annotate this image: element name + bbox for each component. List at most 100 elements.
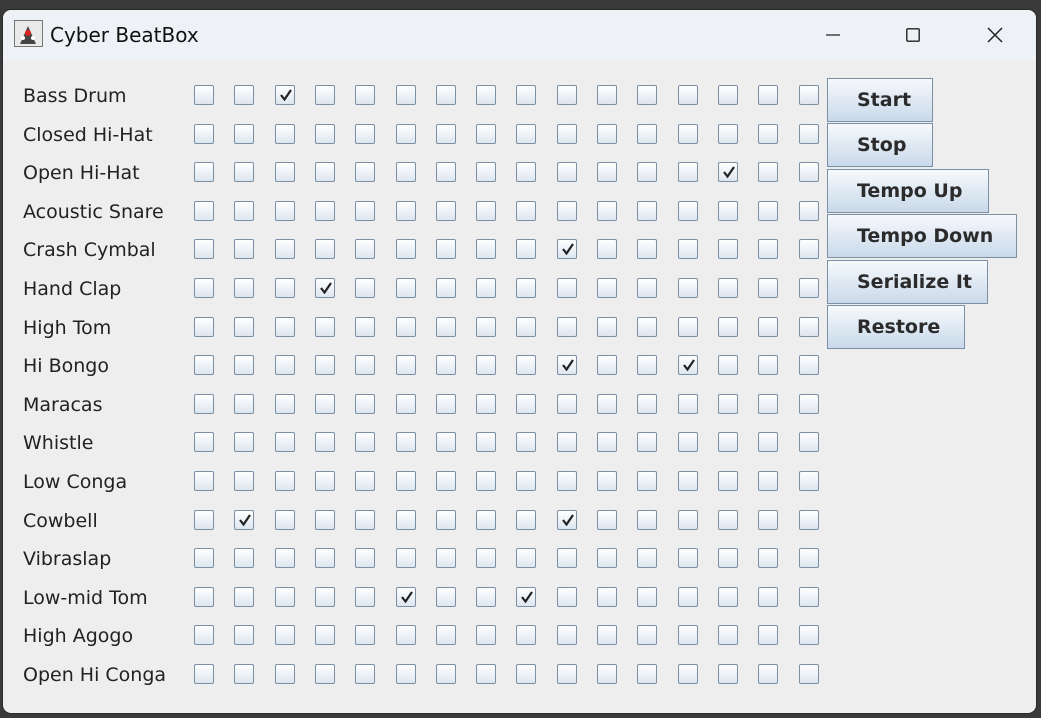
beat-checkbox[interactable]	[678, 510, 698, 530]
beat-checkbox[interactable]	[315, 201, 335, 221]
beat-checkbox[interactable]	[194, 664, 214, 684]
beat-checkbox[interactable]	[718, 587, 738, 607]
beat-checkbox[interactable]	[557, 124, 577, 144]
beat-checkbox[interactable]	[436, 355, 456, 375]
beat-checkbox[interactable]	[396, 471, 416, 491]
beat-checkbox[interactable]	[799, 432, 819, 452]
beat-checkbox[interactable]	[476, 510, 496, 530]
beat-checkbox[interactable]	[194, 124, 214, 144]
beat-checkbox[interactable]	[355, 85, 375, 105]
beat-checkbox[interactable]	[396, 625, 416, 645]
beat-checkbox[interactable]	[557, 471, 577, 491]
beat-checkbox[interactable]	[678, 664, 698, 684]
beat-checkbox[interactable]	[758, 239, 778, 259]
beat-checkbox[interactable]	[718, 278, 738, 298]
beat-checkbox[interactable]	[355, 124, 375, 144]
beat-checkbox[interactable]	[315, 548, 335, 568]
minimize-button[interactable]	[803, 10, 863, 60]
beat-checkbox[interactable]	[678, 239, 698, 259]
beat-checkbox[interactable]	[678, 317, 698, 337]
beat-checkbox[interactable]	[315, 510, 335, 530]
beat-checkbox[interactable]	[436, 471, 456, 491]
beat-checkbox[interactable]	[315, 162, 335, 182]
beat-checkbox[interactable]	[678, 124, 698, 144]
beat-checkbox[interactable]	[315, 355, 335, 375]
beat-checkbox[interactable]	[557, 162, 577, 182]
beat-checkbox[interactable]	[194, 201, 214, 221]
beat-checkbox[interactable]	[557, 432, 577, 452]
beat-checkbox[interactable]	[396, 394, 416, 414]
beat-checkbox[interactable]	[436, 317, 456, 337]
beat-checkbox[interactable]	[194, 355, 214, 375]
beat-checkbox[interactable]	[476, 317, 496, 337]
beat-checkbox[interactable]	[597, 201, 617, 221]
beat-checkbox[interactable]	[597, 355, 617, 375]
beat-checkbox[interactable]	[557, 239, 577, 259]
beat-checkbox[interactable]	[275, 124, 295, 144]
beat-checkbox[interactable]	[194, 510, 214, 530]
beat-checkbox[interactable]	[557, 201, 577, 221]
beat-checkbox[interactable]	[718, 201, 738, 221]
beat-checkbox[interactable]	[436, 201, 456, 221]
beat-checkbox[interactable]	[194, 239, 214, 259]
beat-checkbox[interactable]	[315, 124, 335, 144]
beat-checkbox[interactable]	[396, 239, 416, 259]
beat-checkbox[interactable]	[758, 278, 778, 298]
beat-checkbox[interactable]	[758, 85, 778, 105]
beat-checkbox[interactable]	[597, 124, 617, 144]
beat-checkbox[interactable]	[355, 239, 375, 259]
beat-checkbox[interactable]	[516, 471, 536, 491]
beat-checkbox[interactable]	[436, 162, 456, 182]
beat-checkbox[interactable]	[234, 85, 254, 105]
beat-checkbox[interactable]	[637, 394, 657, 414]
beat-checkbox[interactable]	[557, 548, 577, 568]
beat-checkbox[interactable]	[637, 162, 657, 182]
beat-checkbox[interactable]	[718, 471, 738, 491]
beat-checkbox[interactable]	[718, 394, 738, 414]
beat-checkbox[interactable]	[234, 510, 254, 530]
beat-checkbox[interactable]	[315, 587, 335, 607]
beat-checkbox[interactable]	[476, 664, 496, 684]
beat-checkbox[interactable]	[234, 625, 254, 645]
beat-checkbox[interactable]	[275, 201, 295, 221]
beat-checkbox[interactable]	[718, 548, 738, 568]
beat-checkbox[interactable]	[718, 432, 738, 452]
beat-checkbox[interactable]	[436, 625, 456, 645]
beat-checkbox[interactable]	[396, 664, 416, 684]
beat-checkbox[interactable]	[194, 394, 214, 414]
beat-checkbox[interactable]	[678, 471, 698, 491]
beat-checkbox[interactable]	[799, 201, 819, 221]
beat-checkbox[interactable]	[799, 664, 819, 684]
beat-checkbox[interactable]	[718, 85, 738, 105]
beat-checkbox[interactable]	[637, 278, 657, 298]
beat-checkbox[interactable]	[476, 278, 496, 298]
beat-checkbox[interactable]	[234, 124, 254, 144]
beat-checkbox[interactable]	[557, 355, 577, 375]
beat-checkbox[interactable]	[194, 625, 214, 645]
beat-checkbox[interactable]	[275, 317, 295, 337]
beat-checkbox[interactable]	[597, 471, 617, 491]
beat-checkbox[interactable]	[597, 162, 617, 182]
beat-checkbox[interactable]	[275, 394, 295, 414]
start-button[interactable]: Start	[827, 78, 933, 122]
beat-checkbox[interactable]	[355, 278, 375, 298]
beat-checkbox[interactable]	[315, 625, 335, 645]
beat-checkbox[interactable]	[637, 664, 657, 684]
beat-checkbox[interactable]	[275, 664, 295, 684]
beat-checkbox[interactable]	[275, 432, 295, 452]
beat-checkbox[interactable]	[234, 355, 254, 375]
beat-checkbox[interactable]	[718, 239, 738, 259]
beat-checkbox[interactable]	[436, 664, 456, 684]
beat-checkbox[interactable]	[315, 278, 335, 298]
beat-checkbox[interactable]	[396, 510, 416, 530]
beat-checkbox[interactable]	[436, 239, 456, 259]
beat-checkbox[interactable]	[476, 394, 496, 414]
beat-checkbox[interactable]	[476, 124, 496, 144]
beat-checkbox[interactable]	[355, 510, 375, 530]
beat-checkbox[interactable]	[516, 278, 536, 298]
beat-checkbox[interactable]	[315, 317, 335, 337]
beat-checkbox[interactable]	[355, 317, 375, 337]
beat-checkbox[interactable]	[718, 355, 738, 375]
beat-checkbox[interactable]	[396, 201, 416, 221]
beat-checkbox[interactable]	[396, 548, 416, 568]
